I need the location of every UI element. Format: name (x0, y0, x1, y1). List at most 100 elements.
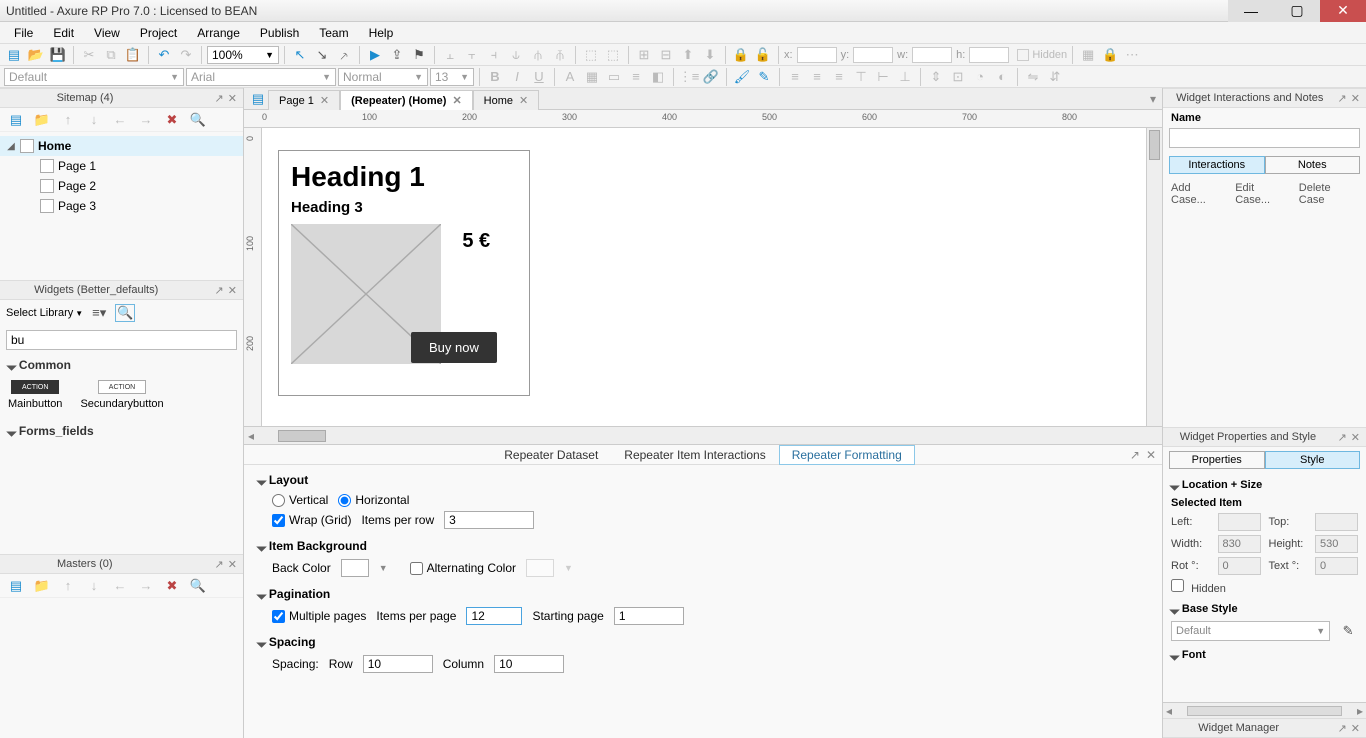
dist-v-icon[interactable]: ⬚ (603, 46, 623, 64)
close-panel-icon[interactable]: ✕ (228, 284, 237, 297)
itembg-section-head[interactable]: Item Background (258, 539, 1148, 553)
text-align-left-icon[interactable]: ≡ (785, 68, 805, 86)
base-style-head[interactable]: Base Style (1171, 603, 1358, 615)
ungroup-icon[interactable]: ⊟ (656, 46, 676, 64)
row-spacing-input[interactable] (363, 655, 433, 673)
close-panel-icon[interactable]: ✕ (1146, 448, 1156, 462)
tab-properties[interactable]: Properties (1169, 451, 1265, 469)
buy-now-button[interactable]: Buy now (411, 332, 497, 363)
dist-h-icon[interactable]: ⬚ (581, 46, 601, 64)
pagination-section-head[interactable]: Pagination (258, 587, 1148, 601)
layout-vertical-radio[interactable]: Vertical (272, 493, 328, 507)
copy-icon[interactable]: ⧉ (101, 46, 121, 64)
heading-3[interactable]: Heading 3 (291, 199, 517, 216)
more-icon[interactable]: ⋯ (1122, 46, 1142, 64)
flip-h-icon[interactable]: ⇋ (1023, 68, 1043, 86)
location-size-head[interactable]: Location + Size (1171, 479, 1358, 491)
popout-icon[interactable]: ↗ (215, 92, 224, 105)
align-top-icon[interactable]: ⫝ (506, 46, 526, 64)
tree-item-page3[interactable]: Page 3 (0, 196, 243, 216)
border-icon[interactable]: ▭ (604, 68, 624, 86)
popout-icon[interactable]: ↗ (215, 284, 224, 297)
selection-mode-icon[interactable]: ↖ (290, 46, 310, 64)
move-up-icon[interactable]: ↑ (58, 111, 78, 129)
paste-icon[interactable]: 📋 (123, 46, 143, 64)
outdent-icon[interactable]: ← (110, 111, 130, 129)
tab-home-icon[interactable]: ▤ (248, 90, 268, 108)
tab-interactions[interactable]: Interactions (1169, 156, 1265, 174)
new-icon[interactable]: ▤ (4, 46, 24, 64)
base-style-select[interactable]: Default▼ (1171, 621, 1330, 641)
maximize-button[interactable]: ▢ (1274, 0, 1320, 22)
front-icon[interactable]: ⬆ (678, 46, 698, 64)
text-align-mid-icon[interactable]: ⊢ (873, 68, 893, 86)
tab-repeater-home[interactable]: (Repeater) (Home)✕ (340, 90, 473, 110)
font-head[interactable]: Font (1171, 649, 1358, 661)
layout-horizontal-radio[interactable]: Horizontal (338, 493, 409, 507)
link-icon[interactable]: 🔗 (701, 68, 721, 86)
m-up-icon[interactable]: ↑ (58, 577, 78, 595)
close-panel-icon[interactable]: ✕ (228, 92, 237, 105)
delete-page-icon[interactable]: ✖ (162, 111, 182, 129)
layout-section-head[interactable]: Layout (258, 473, 1148, 487)
close-panel-icon[interactable]: ✕ (1351, 92, 1360, 105)
close-panel-icon[interactable]: ✕ (1351, 722, 1360, 735)
paint-format-icon[interactable]: 🖌 (732, 68, 752, 86)
left-input[interactable] (1218, 513, 1261, 531)
widgets-filter-input[interactable] (6, 330, 237, 350)
popout-icon[interactable]: ↗ (1130, 448, 1140, 462)
undo-icon[interactable]: ↶ (154, 46, 174, 64)
tree-item-home[interactable]: ◢Home (0, 136, 243, 156)
tabs-overflow-icon[interactable]: ▾ (1150, 92, 1162, 106)
close-panel-icon[interactable]: ✕ (1351, 431, 1360, 444)
align-left-icon[interactable]: ⫠ (440, 46, 460, 64)
back-icon[interactable]: ⬇ (700, 46, 720, 64)
add-master-folder-icon[interactable]: 📁 (32, 577, 52, 595)
shadow-icon[interactable]: ◧ (648, 68, 668, 86)
popout-icon[interactable]: ↗ (1338, 92, 1347, 105)
padding-icon[interactable]: ⊡ (948, 68, 968, 86)
preview-icon[interactable]: ▶ (365, 46, 385, 64)
tab-repeater-interactions[interactable]: Repeater Item Interactions (611, 445, 778, 465)
menu-edit[interactable]: Edit (45, 24, 82, 42)
y-input[interactable] (853, 47, 893, 63)
align-mid-icon[interactable]: ⫛ (528, 46, 548, 64)
align-center-icon[interactable]: ⫟ (462, 46, 482, 64)
fill-color-icon[interactable]: ▦ (582, 68, 602, 86)
col-spacing-input[interactable] (494, 655, 564, 673)
font-style-select[interactable]: Normal▼ (338, 68, 428, 86)
menu-arrange[interactable]: Arrange (189, 24, 248, 42)
minimize-button[interactable]: — (1228, 0, 1274, 22)
bold-icon[interactable]: B (485, 68, 505, 86)
font-select[interactable]: Arial▼ (186, 68, 336, 86)
menu-help[interactable]: Help (361, 24, 402, 42)
close-panel-icon[interactable]: ✕ (228, 558, 237, 571)
edit-case-link[interactable]: Edit Case... (1235, 182, 1291, 206)
items-per-page-input[interactable] (466, 607, 522, 625)
underline-icon[interactable]: U (529, 68, 549, 86)
popout-icon[interactable]: ↗ (215, 558, 224, 571)
menu-project[interactable]: Project (132, 24, 185, 42)
line-spacing-icon[interactable]: ⇕ (926, 68, 946, 86)
multiple-pages-check[interactable]: Multiple pages (272, 609, 366, 623)
save-icon[interactable]: 💾 (48, 46, 68, 64)
tab-close-icon[interactable]: ✕ (519, 94, 528, 107)
section-common[interactable]: Common (0, 354, 243, 376)
lock2-icon[interactable]: 🔒 (1100, 46, 1120, 64)
text-align-right-icon[interactable]: ≡ (829, 68, 849, 86)
widget-secundarybutton[interactable]: ACTION Secundarybutton (80, 380, 163, 410)
section-forms[interactable]: Forms_fields (0, 420, 243, 442)
menu-view[interactable]: View (86, 24, 128, 42)
library-options-icon[interactable]: ≡▾ (89, 304, 109, 322)
tab-close-icon[interactable]: ✕ (320, 94, 329, 107)
alternating-color-check[interactable]: Alternating Color (410, 561, 516, 575)
popout-icon[interactable]: ↗ (1338, 722, 1347, 735)
tree-item-page2[interactable]: Page 2 (0, 176, 243, 196)
width-input[interactable]: 830 (1218, 535, 1261, 553)
x-input[interactable] (797, 47, 837, 63)
indent-icon[interactable]: → (136, 111, 156, 129)
text-align-center-icon[interactable]: ≡ (807, 68, 827, 86)
canvas[interactable]: Heading 1 Heading 3 5 € Buy now (262, 128, 1146, 426)
bullets-icon[interactable]: ⋮≡ (679, 68, 699, 86)
m-delete-icon[interactable]: ✖ (162, 577, 182, 595)
